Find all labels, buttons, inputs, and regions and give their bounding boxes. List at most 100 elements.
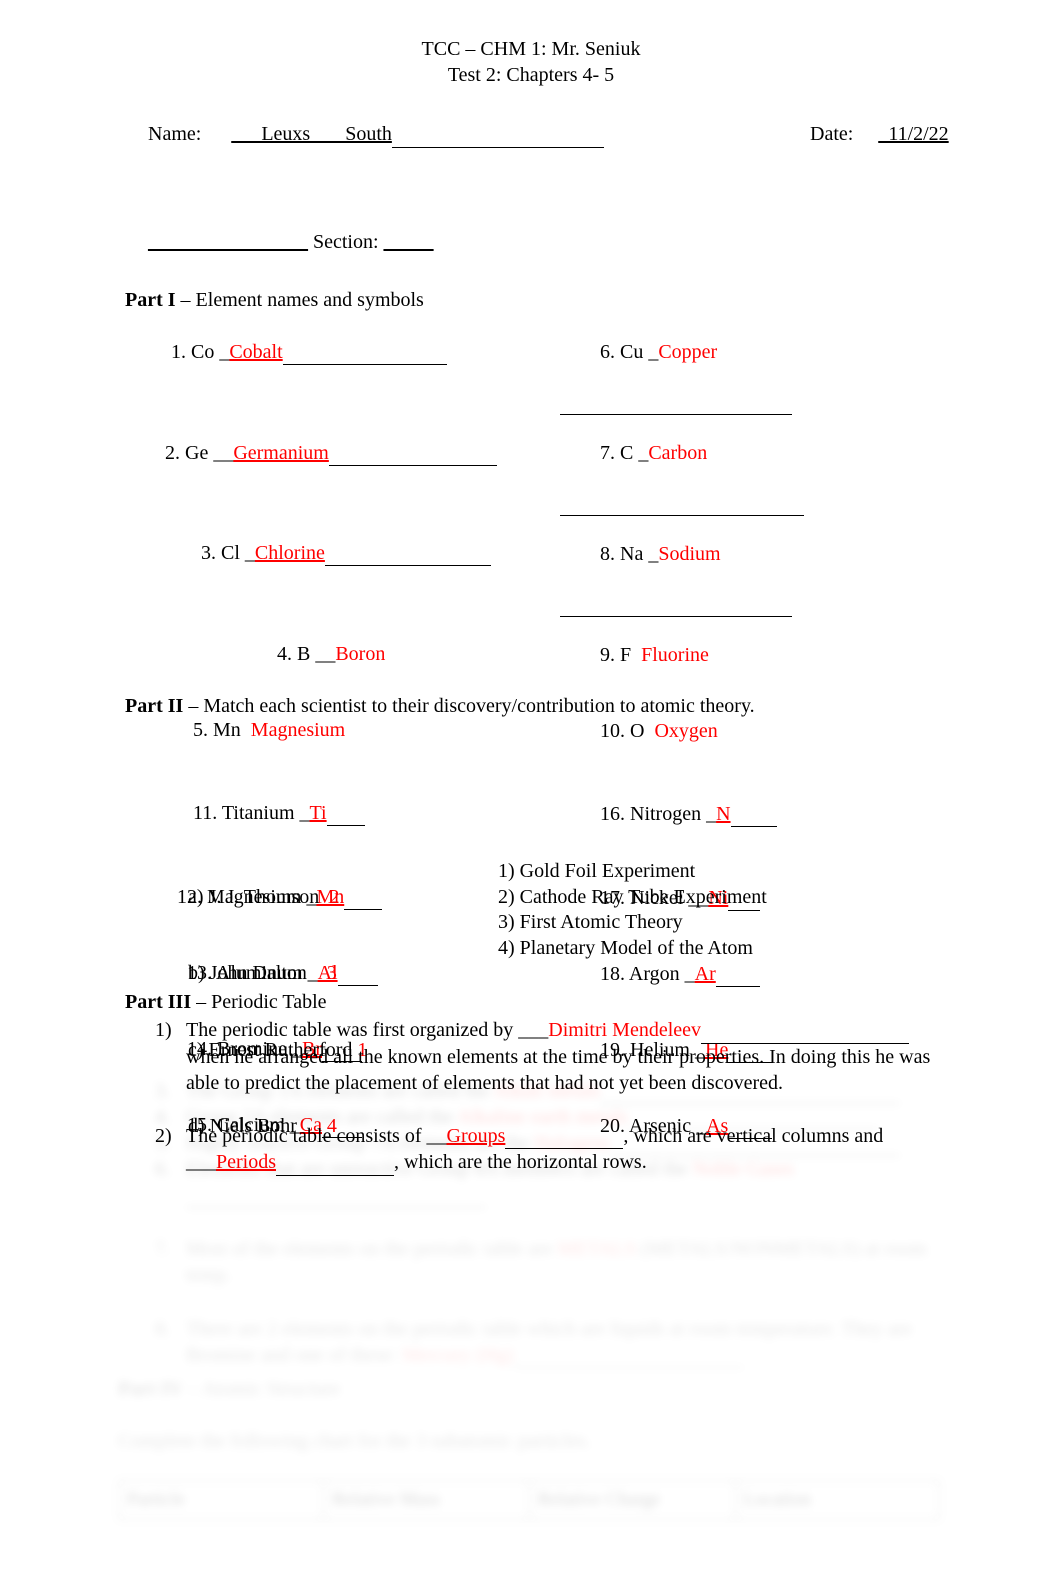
- question-prefix: The periodic table was first organized b…: [186, 1019, 549, 1041]
- element-answer[interactable]: Carbon: [648, 442, 707, 464]
- name-blank-line[interactable]: [391, 129, 604, 148]
- section-field-value[interactable]: _____: [384, 231, 434, 253]
- date-field-value[interactable]: _11/2/22: [878, 123, 948, 145]
- answer-rule-6[interactable]: [560, 414, 792, 415]
- scientist-row-b: b) John Dalton 3: [148, 936, 488, 1013]
- element-item-2: 2. Ge __Germanium: [125, 416, 555, 491]
- element-blank-line[interactable]: [326, 807, 365, 826]
- question-answer[interactable]: Noble Gases: [692, 1158, 794, 1180]
- element-answer[interactable]: Cobalt: [229, 341, 282, 363]
- element-lead: __: [213, 442, 234, 464]
- element-lead: _: [648, 543, 659, 565]
- page-title: TCC – CHM 1: Mr. Seniuk: [421, 38, 641, 60]
- element-item-1: 1. Co _Cobalt: [125, 315, 555, 390]
- scientist-answer[interactable]: 2: [329, 886, 339, 908]
- element-symbol: B: [297, 643, 311, 665]
- question-blank-line[interactable]: [513, 1349, 744, 1368]
- table-header-cell: Relative Mass: [323, 1480, 530, 1520]
- element-blank-line[interactable]: [328, 447, 497, 466]
- obscured-part-iv-instruction: Complete the following chart for the 3 s…: [118, 1430, 591, 1452]
- question-answer[interactable]: METALS: [558, 1238, 636, 1260]
- discovery-item-3: 3) First Atomic Theory: [498, 911, 683, 933]
- table-header-cell: Relative Charge: [528, 1480, 736, 1520]
- part-i-description: – Element names and symbols: [175, 289, 424, 311]
- question-blank-line[interactable]: [600, 1085, 901, 1104]
- element-number: 6.: [600, 341, 615, 363]
- scientist-key: b): [188, 962, 205, 984]
- element-answer[interactable]: Ti: [310, 802, 327, 824]
- element-answer[interactable]: N: [716, 803, 730, 825]
- element-lead: _: [638, 442, 649, 464]
- element-symbol: C: [620, 442, 634, 464]
- question-text: Highly reactive Group 7A elements are th…: [186, 1132, 530, 1154]
- element-item-5: 5. Mn Magnesium: [125, 693, 555, 768]
- table-header-cell: Location: [734, 1480, 941, 1520]
- element-answer[interactable]: Germanium: [233, 442, 329, 464]
- discovery-item-4: 4) Planetary Model of the Atom: [498, 936, 753, 959]
- question-answer[interactable]: Dimitri Mendeleev: [548, 1019, 701, 1041]
- section-label: Section:: [313, 231, 379, 253]
- obscured-question-8: 8. There are 2 elements on the periodic …: [0, 1316, 1062, 1368]
- element-answer[interactable]: Copper: [658, 341, 717, 363]
- section-row: ________________ Section: _____: [0, 202, 1062, 283]
- element-name: Titanium: [221, 802, 295, 824]
- scientist-answer[interactable]: 3: [327, 962, 337, 984]
- question-answer[interactable]: Halogens: [534, 1132, 610, 1154]
- element-item-11: 11. Titanium _Ti: [125, 776, 555, 851]
- element-answer[interactable]: Boron: [335, 643, 385, 665]
- date-group: Date: _11/2/22: [780, 94, 949, 175]
- question-text: Group 2A elements are called the: [186, 1106, 454, 1128]
- part-i-heading: Part I – Element names and symbols: [0, 287, 1062, 313]
- question-number: 4.: [155, 1106, 170, 1128]
- element-number: 7.: [600, 442, 615, 464]
- name-date-row: Name: ___Leuxs South Date: _11/2/22: [0, 94, 1062, 202]
- element-number: 2.: [165, 442, 180, 464]
- part-ii-matching: a) J. J. Thomson 2 b) John Dalton 3 c) E…: [0, 859, 1062, 1137]
- element-symbol: Cu: [620, 341, 644, 363]
- element-lead: _: [648, 341, 659, 363]
- element-blank-line[interactable]: [324, 547, 491, 566]
- element-answer[interactable]: Fluorine: [641, 644, 709, 666]
- question-answer[interactable]: Mercury (Hg): [402, 1344, 514, 1366]
- answer-rule-7[interactable]: [560, 515, 804, 516]
- question-text: Most of the elements on the periodic tab…: [186, 1238, 553, 1260]
- obscured-question-7: 7. Most of the elements on the periodic …: [0, 1236, 1062, 1288]
- question-blank-line[interactable]: [628, 1111, 879, 1130]
- answer-rule-8[interactable]: [560, 616, 792, 617]
- question-blank-line[interactable]: [186, 1189, 486, 1208]
- question-number: 7.: [155, 1238, 170, 1260]
- question-blank-line[interactable]: [609, 1137, 900, 1156]
- element-item-8: 8. Na _Sodium: [560, 517, 980, 592]
- question-answer[interactable]: Alkali metals: [493, 1080, 600, 1102]
- name-field-value[interactable]: ___Leuxs South: [231, 123, 392, 145]
- element-blank-line[interactable]: [730, 808, 777, 827]
- element-item-7: 7. C _Carbon: [560, 416, 980, 491]
- question-number: 5.: [155, 1132, 170, 1154]
- element-answer[interactable]: Sodium: [658, 543, 720, 565]
- element-answer[interactable]: Chlorine: [255, 542, 325, 564]
- element-answer[interactable]: Oxygen: [654, 720, 717, 742]
- discovery-item-2: 2) Cathode Ray Tube Experiment: [498, 885, 767, 908]
- element-blank-line[interactable]: [282, 346, 447, 365]
- element-symbol: Co: [191, 341, 215, 363]
- question-number: 1): [155, 1019, 172, 1041]
- element-answer[interactable]: Magnesium: [251, 719, 345, 741]
- element-number: 4.: [277, 643, 292, 665]
- element-symbol: O: [630, 720, 645, 742]
- exam-document-page: TCC – CHM 1: Mr. Seniuk Test 2: Chapters…: [0, 36, 1062, 1592]
- question-blank-line[interactable]: [701, 1024, 910, 1044]
- element-lead: _: [706, 803, 717, 825]
- table-header-cell: Particle: [117, 1480, 325, 1520]
- table-header-row: Particle Relative Mass Relative Charge L…: [117, 1480, 941, 1520]
- scientist-row-a: a) J. J. Thomson 2: [148, 859, 488, 936]
- obscured-questions-block-2: 7. Most of the elements on the periodic …: [0, 1236, 1062, 1368]
- question-answer[interactable]: Alkaline earth metals: [457, 1106, 628, 1128]
- element-name: Nitrogen: [630, 803, 702, 825]
- element-lead: _: [244, 542, 255, 564]
- element-number: 8.: [600, 543, 615, 565]
- element-number: 16.: [600, 803, 625, 825]
- element-symbol: F: [620, 644, 632, 666]
- scientist-name: J. J. Thomson: [208, 885, 320, 908]
- discovery-list: 1) Gold Foil Experiment 2) Cathode Ray T…: [498, 859, 918, 961]
- section-leading-blank[interactable]: ________________: [148, 231, 308, 253]
